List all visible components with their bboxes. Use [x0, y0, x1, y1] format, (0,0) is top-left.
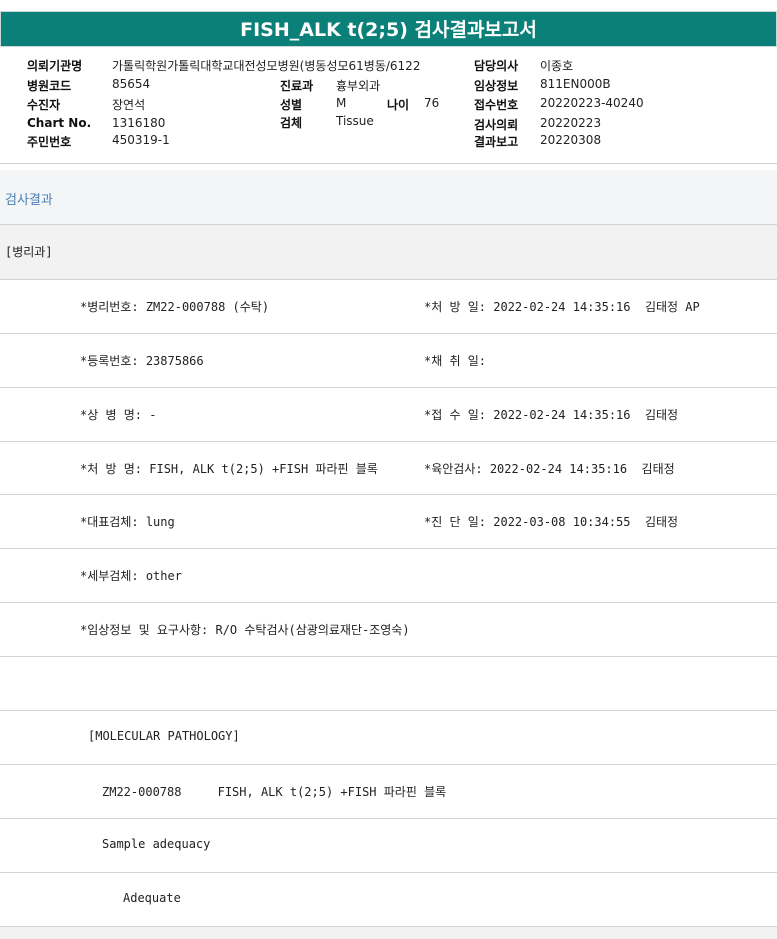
request-label: 검사의뢰 — [474, 118, 519, 132]
report-value: 20220308 — [540, 133, 602, 147]
patient-value-wrap: 장연석 — [112, 96, 145, 113]
report-title: FISH_ALK t(2;5) 검사결과보고서 — [0, 11, 777, 47]
clinical-value: 811EN000B — [540, 77, 611, 91]
hospital-code-label: 병원코드 — [27, 79, 72, 93]
institution-label: 의뢰기관명 — [27, 59, 83, 73]
doctor-label: 담당의사 — [474, 59, 519, 73]
institution-value-wrap: 가톨릭학원가톨릭대학교대전성모병원(병동성모61병동/6122 — [112, 57, 472, 74]
age-value: 76 — [424, 96, 440, 110]
chart-value: 1316180 — [112, 116, 166, 130]
sex-value-wrap: M — [336, 96, 346, 110]
prescription-name: *처 방 명: FISH, ALK t(2;5) +FISH 파라핀 블록 — [80, 462, 378, 476]
hospital-code-row: 병원코드 — [27, 77, 71, 94]
institution-value: 가톨릭학원가톨릭대학교대전성모병원(병동성모61병동/6122 — [112, 59, 421, 73]
divider — [0, 764, 777, 765]
report-label-wrap: 결과보고 — [474, 133, 518, 150]
request-value: 20220223 — [540, 116, 602, 130]
receipt-label-wrap: 접수번호 — [474, 96, 518, 113]
patient-row: 수진자 — [27, 96, 60, 113]
resident-label: 주민번호 — [27, 135, 72, 149]
bottom-strip — [0, 927, 777, 939]
molecular-test-line: ZM22-000788 FISH, ALK t(2;5) +FISH 파라핀 블… — [102, 785, 447, 799]
report-label: 결과보고 — [474, 135, 519, 149]
resident-value-wrap: 450319-1 — [112, 133, 170, 147]
clinical-requirements: *임상정보 및 요구사항: R/O 수탁검사(삼광의료재단-조영숙) — [80, 623, 410, 637]
chart-value-wrap: 1316180 — [112, 116, 165, 130]
registration-number: *등록번호: 23875866 — [80, 354, 204, 368]
divider — [0, 656, 777, 657]
age-label: 나이 — [387, 98, 410, 112]
divider — [0, 602, 777, 603]
diagnosis-date: *진 단 일: 2022-03-08 10:34:55 김태정 — [424, 515, 679, 529]
detail-specimen: *세부검체: other — [80, 569, 182, 583]
hospital-code-value-wrap: 85654 — [112, 77, 150, 91]
molecular-pathology-title: [MOLECULAR PATHOLOGY] — [88, 729, 240, 743]
patient-label: 수진자 — [27, 98, 61, 112]
pathology-number: *병리번호: ZM22-000788 (수탁) — [80, 300, 270, 314]
divider — [0, 441, 777, 442]
patient-value: 장연석 — [112, 98, 146, 112]
doctor-value-wrap: 이종호 — [540, 57, 573, 74]
age-value-wrap: 76 — [424, 96, 439, 110]
divider — [0, 333, 777, 334]
divider — [0, 818, 777, 819]
dept-label: 진료과 — [280, 79, 314, 93]
doctor-label-wrap: 담당의사 — [474, 57, 518, 74]
divider — [0, 387, 777, 388]
receipt-value: 20220223-40240 — [540, 96, 644, 110]
dept-value-wrap: 흉부외과 — [336, 77, 380, 94]
doctor-value: 이종호 — [540, 59, 574, 73]
clinical-value-wrap: 811EN000B — [540, 77, 611, 91]
representative-specimen: *대표검체: lung — [80, 515, 175, 529]
request-value-wrap: 20220223 — [540, 116, 601, 130]
clinical-label: 임상정보 — [474, 79, 519, 93]
chart-row: Chart No. — [27, 116, 91, 130]
resident-row: 주민번호 — [27, 133, 71, 150]
clinical-label-wrap: 임상정보 — [474, 77, 518, 94]
specimen-value: Tissue — [336, 114, 374, 128]
dept-label-wrap: 진료과 — [280, 77, 313, 94]
hospital-code-value: 85654 — [112, 77, 151, 91]
dept-line: [병리과] — [5, 245, 53, 259]
diagnosis-name: *상 병 명: - — [80, 408, 157, 422]
section-heading-bg — [0, 170, 777, 225]
sample-adequacy-value: Adequate — [123, 891, 181, 905]
request-label-wrap: 검사의뢰 — [474, 116, 518, 133]
divider — [0, 710, 777, 711]
divider — [0, 279, 777, 280]
specimen-label: 검체 — [280, 116, 303, 130]
report-value-wrap: 20220308 — [540, 133, 601, 147]
dept-value: 흉부외과 — [336, 79, 381, 93]
age-label-wrap: 나이 — [387, 96, 409, 113]
collection-date: *채 취 일: — [424, 354, 487, 368]
specimen-value-wrap: Tissue — [336, 114, 374, 128]
divider — [0, 494, 777, 495]
chart-label: Chart No. — [27, 116, 92, 130]
resident-value: 450319-1 — [112, 133, 170, 147]
prescription-date: *처 방 일: 2022-02-24 14:35:16 김태정 AP — [424, 300, 700, 314]
dept-row-bg — [0, 225, 777, 279]
gross-exam-date: *육안검사: 2022-02-24 14:35:16 김태정 — [424, 462, 675, 476]
receipt-date: *접 수 일: 2022-02-24 14:35:16 김태정 — [424, 408, 679, 422]
section-title: 검사결과 — [5, 193, 53, 208]
institution-row: 의뢰기관명 — [27, 57, 82, 74]
sample-adequacy-label: Sample adequacy — [102, 837, 211, 851]
receipt-value-wrap: 20220223-40240 — [540, 96, 644, 110]
receipt-label: 접수번호 — [474, 98, 519, 112]
specimen-label-wrap: 검체 — [280, 114, 302, 131]
divider — [0, 872, 777, 873]
sex-label: 성별 — [280, 98, 303, 112]
sex-value: M — [336, 96, 347, 110]
sex-label-wrap: 성별 — [280, 96, 302, 113]
divider — [0, 548, 777, 549]
header-divider — [0, 163, 777, 164]
